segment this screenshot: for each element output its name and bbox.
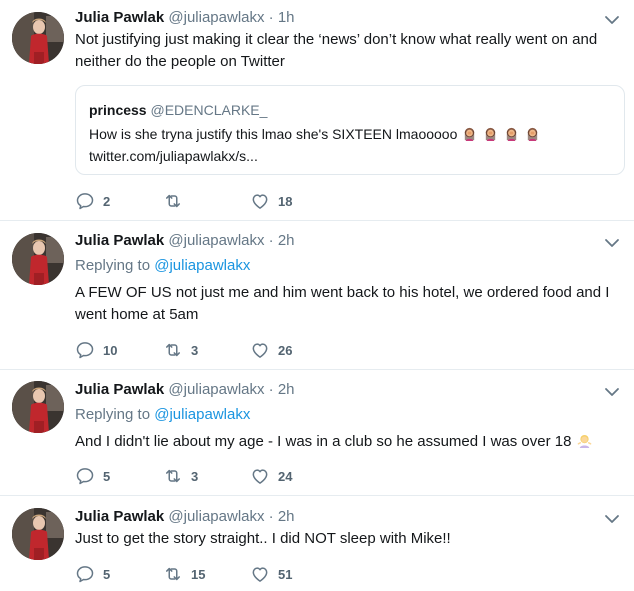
replying-to-handle[interactable]: @juliapawlakx: [154, 257, 250, 274]
reply-button[interactable]: 2: [75, 191, 110, 211]
tweet[interactable]: Julia Pawlak @juliapawlakx · 2h Just to …: [0, 496, 634, 591]
retweet-count: 3: [191, 342, 199, 358]
tweet[interactable]: Julia Pawlak @juliapawlakx · 2h Replying…: [0, 370, 634, 496]
chevron-down-icon[interactable]: [604, 384, 620, 400]
timestamp[interactable]: · 2h: [269, 381, 295, 398]
user-handle[interactable]: @juliapawlakx: [168, 508, 264, 525]
timestamp[interactable]: · 1h: [269, 9, 295, 26]
chevron-down-icon[interactable]: [604, 511, 620, 527]
quoted-tweet-link[interactable]: twitter.com/juliapawlakx/s...: [89, 148, 258, 164]
quoted-tweet-text: How is she tryna justify this lmao she's…: [89, 126, 458, 142]
replying-to-handle[interactable]: @juliapawlakx: [154, 406, 250, 423]
reply-count: 2: [103, 193, 111, 209]
replying-to-label: Replying to: [75, 257, 151, 274]
user-handle[interactable]: @juliapawlakx: [168, 9, 264, 26]
like-icon: [250, 191, 270, 211]
timestamp[interactable]: · 2h: [269, 508, 295, 525]
user-name[interactable]: Julia Pawlak: [75, 381, 164, 398]
avatar[interactable]: [12, 381, 64, 433]
facepalm-emoji: [504, 126, 519, 141]
like-count: 18: [278, 193, 293, 209]
reply-icon: [75, 466, 95, 486]
quoted-tweet-header: princess @EDENCLARKE_: [89, 101, 267, 119]
reply-icon: [75, 191, 95, 211]
tweet-text: Just to get the story straight.. I did N…: [75, 530, 451, 547]
reply-icon: [75, 564, 95, 584]
user-handle[interactable]: @juliapawlakx: [168, 381, 264, 398]
tweet-text: And I didn't lie about my age - I was in…: [75, 433, 572, 450]
facepalm-emoji: [525, 126, 540, 141]
reply-count: 5: [103, 566, 111, 582]
quoted-user-handle: @EDENCLARKE_: [150, 102, 268, 118]
tweet-header: Julia Pawlak @juliapawlakx · 2h: [75, 380, 295, 400]
avatar[interactable]: [12, 233, 64, 285]
like-count: 26: [278, 342, 293, 358]
retweet-button[interactable]: [163, 191, 191, 211]
replying-to: Replying to @juliapawlakx: [75, 256, 250, 276]
like-button[interactable]: 24: [250, 466, 292, 486]
user-name[interactable]: Julia Pawlak: [75, 9, 164, 26]
reply-button[interactable]: 5: [75, 564, 110, 584]
replying-to-label: Replying to: [75, 406, 151, 423]
reply-count: 10: [103, 342, 118, 358]
shrug-emoji: [577, 433, 592, 448]
user-name[interactable]: Julia Pawlak: [75, 508, 164, 525]
tweet-header: Julia Pawlak @juliapawlakx · 2h: [75, 507, 295, 527]
tweet[interactable]: Julia Pawlak @juliapawlakx · 2h Replying…: [0, 221, 634, 370]
like-button[interactable]: 18: [250, 191, 292, 211]
chevron-down-icon[interactable]: [604, 12, 620, 28]
retweet-button[interactable]: 3: [163, 340, 198, 360]
retweet-icon: [163, 340, 183, 360]
reply-button[interactable]: 5: [75, 466, 110, 486]
retweet-icon: [163, 564, 183, 584]
replying-to: Replying to @juliapawlakx: [75, 405, 250, 425]
chevron-down-icon[interactable]: [604, 235, 620, 251]
retweet-button[interactable]: 3: [163, 466, 198, 486]
facepalm-emoji: [483, 126, 498, 141]
quoted-user-name: princess: [89, 102, 147, 118]
tweet-text: Not justifying just making it clear the …: [75, 31, 598, 70]
reply-button[interactable]: 10: [75, 340, 117, 360]
retweet-icon: [163, 466, 183, 486]
retweet-count: 3: [191, 468, 199, 484]
like-count: 51: [278, 566, 293, 582]
like-button[interactable]: 26: [250, 340, 292, 360]
tweet-body: And I didn't lie about my age - I was in…: [75, 431, 615, 453]
like-count: 24: [278, 468, 293, 484]
quoted-tweet-body: How is she tryna justify this lmao she's…: [89, 123, 619, 167]
tweet-text: A FEW OF US not just me and him went bac…: [75, 284, 610, 323]
avatar[interactable]: [12, 12, 64, 64]
tweet[interactable]: Julia Pawlak @juliapawlakx · 1h Not just…: [0, 0, 634, 221]
quoted-tweet[interactable]: princess @EDENCLARKE_ How is she tryna j…: [75, 85, 625, 175]
tweet-header: Julia Pawlak @juliapawlakx · 1h: [75, 8, 295, 28]
timestamp[interactable]: · 2h: [269, 232, 295, 249]
like-icon: [250, 564, 270, 584]
like-button[interactable]: 51: [250, 564, 292, 584]
retweet-icon: [163, 191, 183, 211]
user-name[interactable]: Julia Pawlak: [75, 232, 164, 249]
user-handle[interactable]: @juliapawlakx: [168, 232, 264, 249]
reply-icon: [75, 340, 95, 360]
tweet-header: Julia Pawlak @juliapawlakx · 2h: [75, 231, 295, 251]
retweet-button[interactable]: 15: [163, 564, 205, 584]
like-icon: [250, 466, 270, 486]
avatar[interactable]: [12, 508, 64, 560]
like-icon: [250, 340, 270, 360]
reply-count: 5: [103, 468, 111, 484]
facepalm-emoji: [462, 126, 477, 141]
retweet-count: 15: [191, 566, 206, 582]
